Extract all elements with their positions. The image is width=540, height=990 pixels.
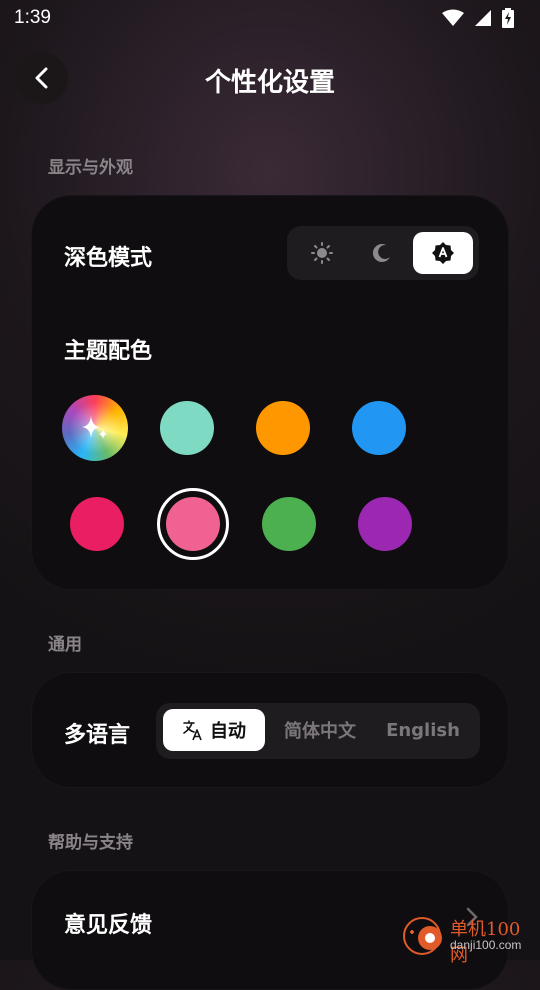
language-auto-label: 自动 [210,721,246,742]
watermark: 单机100网 danji100.com [398,912,538,966]
battery-charging-icon [502,8,514,28]
theme-swatch-crimson[interactable] [70,497,124,551]
sun-icon [311,242,333,264]
header: 个性化设置 [0,48,540,112]
sparkle-icon [82,416,107,439]
status-time: 1:39 [14,7,51,28]
auto-mode-option[interactable] [413,232,473,274]
moon-icon [372,244,390,263]
section-label-display: 显示与外观 [48,158,133,178]
light-mode-option[interactable] [293,232,351,274]
language-option-en[interactable]: English [373,709,473,751]
page-title: 个性化设置 [204,68,335,98]
language-option-zh[interactable]: 简体中文 [269,709,371,751]
section-label-general: 通用 [48,635,82,655]
theme-swatch-rainbow[interactable] [62,395,128,461]
translate-icon [183,720,202,741]
language-selector: 自动 简体中文 English [156,703,480,759]
signal-icon [475,10,491,26]
general-card: 多语言 自动 简体中文 English [31,672,509,788]
auto-brightness-icon [432,242,454,264]
language-option-auto[interactable]: 自动 [163,709,265,751]
language-en-label: English [386,719,460,741]
language-label: 多语言 [64,723,131,748]
language-zh-label: 简体中文 [284,721,356,742]
section-label-help: 帮助与支持 [48,833,133,853]
theme-swatch-green[interactable] [262,497,316,551]
theme-swatch-purple[interactable] [358,497,412,551]
theme-swatch-orange[interactable] [256,401,310,455]
dark-mode-selector [287,226,479,280]
theme-swatch-pink[interactable] [166,497,220,551]
feedback-row[interactable]: 意见反馈 [64,907,152,939]
status-bar: 1:39 [0,0,540,36]
wifi-icon [442,9,464,26]
theme-swatch-blue[interactable] [352,401,406,455]
dark-mode-option[interactable] [353,232,411,274]
site-logo-icon [403,917,442,955]
display-card: 深色模式 主题配色 [31,195,509,590]
theme-color-label: 主题配色 [64,339,153,364]
dark-mode-label: 深色模式 [64,246,153,271]
watermark-site-url: danji100.com [450,938,522,952]
theme-swatch-mint[interactable] [160,401,214,455]
status-icons [442,8,514,28]
